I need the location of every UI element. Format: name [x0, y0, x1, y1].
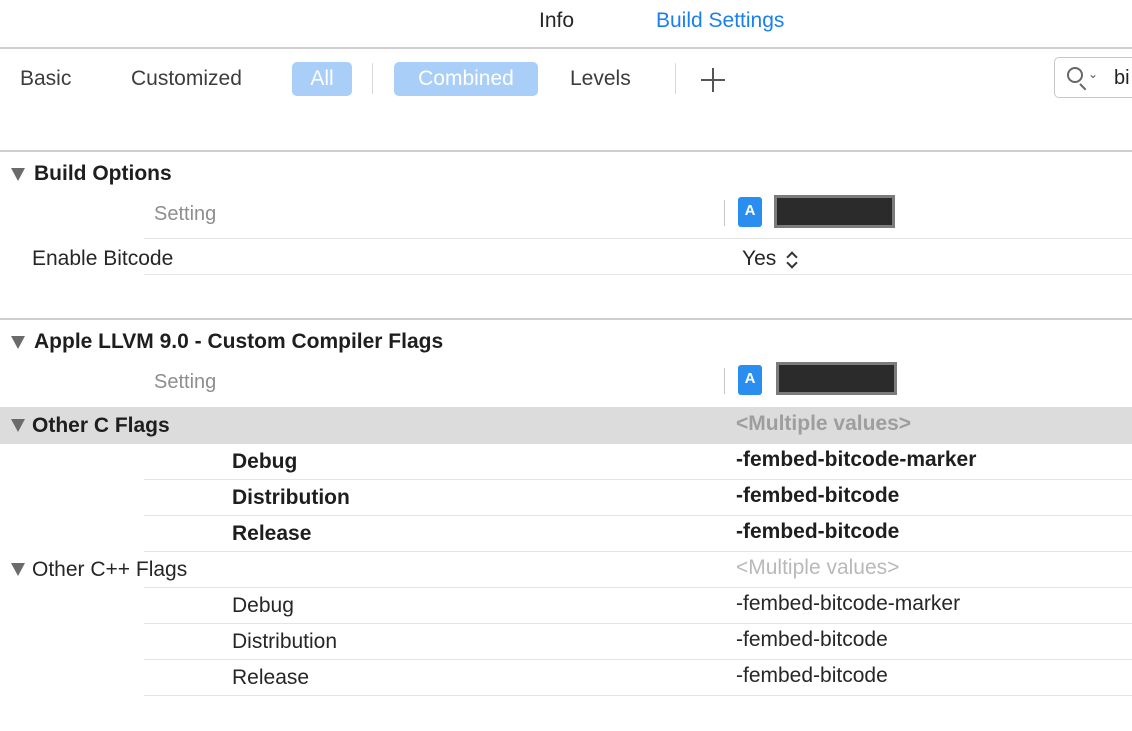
disclosure-triangle-icon[interactable]	[11, 419, 25, 432]
column-divider	[724, 200, 725, 226]
app-target-icon	[738, 197, 762, 227]
row-divider	[144, 587, 1132, 588]
config-release-value[interactable]: -fembed-bitcode	[736, 664, 888, 688]
add-icon[interactable]	[701, 68, 725, 92]
config-distribution-value[interactable]: -fembed-bitcode	[736, 628, 888, 652]
section-divider	[0, 318, 1132, 320]
redacted-target-name	[774, 195, 895, 228]
row-divider	[144, 479, 1132, 480]
disclosure-triangle-icon[interactable]	[11, 563, 25, 576]
config-distribution-label: Distribution	[232, 486, 350, 509]
filter-customized-button[interactable]: Customized	[131, 66, 242, 92]
tab-build-settings[interactable]: Build Settings	[656, 8, 784, 34]
row-divider	[144, 274, 1132, 275]
section-title-compiler-flags: Apple LLVM 9.0 - Custom Compiler Flags	[34, 330, 444, 353]
row-divider	[144, 515, 1132, 516]
filter-basic-button[interactable]: Basic	[20, 66, 71, 92]
selected-row-background	[0, 407, 1132, 444]
row-divider	[144, 695, 1132, 696]
tab-info[interactable]: Info	[539, 8, 574, 34]
redacted-target-name	[776, 362, 897, 395]
other-c-flags-value[interactable]: <Multiple values>	[736, 412, 911, 436]
config-release-label: Release	[232, 522, 312, 545]
column-header-setting: Setting	[154, 203, 217, 225]
disclosure-triangle-icon[interactable]	[11, 336, 25, 349]
config-distribution-label: Distribution	[232, 630, 338, 653]
column-divider	[724, 368, 725, 394]
search-icon	[1067, 67, 1083, 83]
view-levels-button[interactable]: Levels	[570, 66, 631, 92]
config-debug-label: Debug	[232, 594, 294, 617]
toolbar-divider	[675, 63, 676, 94]
toolbar-divider	[372, 63, 373, 94]
tabs-divider	[0, 47, 1132, 49]
row-divider	[144, 238, 1132, 239]
row-divider	[144, 659, 1132, 660]
config-debug-value[interactable]: -fembed-bitcode-marker	[736, 448, 976, 472]
other-cpp-flags-value[interactable]: <Multiple values>	[736, 556, 899, 580]
section-title-build-options: Build Options	[34, 162, 172, 185]
config-release-value[interactable]: -fembed-bitcode	[736, 520, 899, 544]
row-divider	[144, 551, 1132, 552]
chevron-down-icon: ⌄	[1088, 67, 1099, 81]
config-distribution-value[interactable]: -fembed-bitcode	[736, 484, 899, 508]
setting-other-cpp-flags[interactable]: Other C++ Flags	[32, 558, 187, 582]
setting-other-c-flags[interactable]: Other C Flags	[32, 414, 170, 438]
column-header-setting: Setting	[154, 371, 217, 393]
setting-enable-bitcode[interactable]: Enable Bitcode	[32, 247, 173, 271]
row-divider	[144, 623, 1132, 624]
view-combined-button[interactable]: Combined	[394, 62, 538, 96]
section-divider	[0, 150, 1132, 152]
search-field[interactable]: ⌄ bi	[1054, 57, 1132, 98]
config-release-label: Release	[232, 666, 310, 689]
app-target-icon	[738, 365, 762, 395]
enable-bitcode-value[interactable]: Yes	[742, 247, 776, 271]
filter-all-button[interactable]: All	[292, 62, 352, 96]
disclosure-triangle-icon[interactable]	[11, 168, 25, 181]
config-debug-label: Debug	[232, 450, 298, 473]
stepper-updown-icon[interactable]	[785, 249, 799, 271]
config-debug-value[interactable]: -fembed-bitcode-marker	[736, 592, 960, 616]
search-input[interactable]: bi	[1114, 67, 1130, 90]
